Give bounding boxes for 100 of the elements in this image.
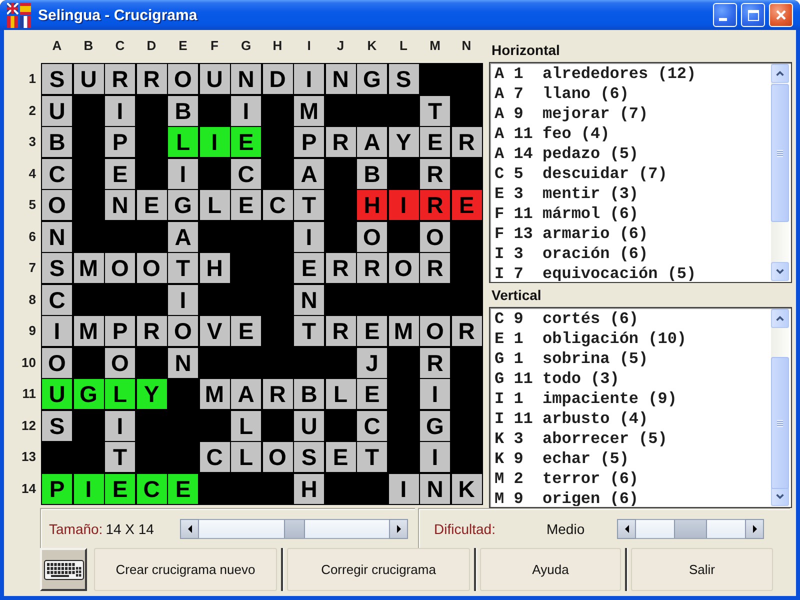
scroll-down-button[interactable] [770,487,788,506]
letter-cell[interactable]: I [42,316,72,346]
letter-cell[interactable]: T [294,316,324,346]
letter-cell[interactable]: U [42,379,72,409]
letter-cell[interactable]: B [168,96,198,126]
letter-cell[interactable]: P [105,127,135,157]
letter-cell[interactable]: N [231,64,261,94]
scroll-up-button[interactable] [770,309,788,328]
letter-cell[interactable]: I [231,96,261,126]
letter-cell[interactable]: S [294,442,324,472]
slider-left-button[interactable] [617,518,636,538]
letter-cell[interactable]: R [136,64,166,94]
letter-cell[interactable]: R [452,127,482,157]
letter-cell[interactable]: E [326,442,356,472]
letter-cell[interactable]: O [420,316,450,346]
action-button[interactable]: Salir [631,548,773,591]
letter-cell[interactable]: I [420,379,450,409]
letter-cell[interactable]: R [326,127,356,157]
letter-cell[interactable]: M [388,316,418,346]
letter-cell[interactable]: E [231,190,261,220]
letter-cell[interactable]: I [168,158,198,188]
letter-cell[interactable]: E [136,190,166,220]
clue-item[interactable]: F 13 armario (6) [494,224,648,244]
letter-cell[interactable]: R [357,253,387,283]
letter-cell[interactable]: O [420,222,450,252]
letter-cell[interactable]: C [136,474,166,504]
letter-cell[interactable]: O [42,348,72,378]
letter-cell[interactable]: N [420,474,450,504]
letter-cell[interactable]: C [200,442,230,472]
letter-cell[interactable]: Y [136,379,166,409]
letter-cell[interactable]: N [294,284,324,314]
clue-item[interactable]: G 11 todo (3) [494,369,620,389]
letter-cell[interactable]: I [294,64,324,94]
letter-cell[interactable]: L [326,379,356,409]
letter-cell[interactable]: I [388,190,418,220]
letter-cell[interactable]: S [388,64,418,94]
letter-cell[interactable]: O [357,222,387,252]
letter-cell[interactable]: N [105,190,135,220]
clue-item[interactable]: E 3 mentir (3) [494,184,639,204]
scrollbar-thumb[interactable] [770,357,788,489]
letter-cell[interactable]: L [105,379,135,409]
clue-item[interactable]: A 9 mejorar (7) [494,104,648,124]
letter-cell[interactable]: R [420,158,450,188]
letter-cell[interactable]: E [357,379,387,409]
letter-cell[interactable]: G [168,190,198,220]
letter-cell[interactable]: S [42,410,72,440]
clue-item[interactable]: G 1 sobrina (5) [494,349,648,369]
letter-cell[interactable]: V [200,316,230,346]
letter-cell[interactable]: P [294,127,324,157]
letter-cell[interactable]: N [168,348,198,378]
letter-cell[interactable]: I [74,474,104,504]
letter-cell[interactable]: R [420,348,450,378]
letter-cell[interactable]: O [388,253,418,283]
letter-cell[interactable]: E [452,190,482,220]
letter-cell[interactable]: I [105,96,135,126]
letter-cell[interactable]: O [136,253,166,283]
close-button[interactable] [769,3,793,27]
clue-item[interactable]: I 7 equivocación (5) [494,264,696,281]
letter-cell[interactable]: J [357,348,387,378]
letter-cell[interactable]: M [74,253,104,283]
letter-cell[interactable]: L [231,442,261,472]
clue-item[interactable]: C 5 descuidar (7) [494,164,668,184]
minimize-button[interactable] [713,3,737,27]
letter-cell[interactable]: I [388,474,418,504]
letter-cell[interactable]: E [231,127,261,157]
letter-cell[interactable]: G [357,64,387,94]
clue-item[interactable]: A 11 feo (4) [494,124,610,144]
scroll-down-button[interactable] [770,262,788,281]
letter-cell[interactable]: O [168,316,198,346]
letter-cell[interactable]: S [42,253,72,283]
letter-cell[interactable]: R [420,190,450,220]
clue-item[interactable]: I 1 impaciente (9) [494,389,677,409]
letter-cell[interactable]: T [105,442,135,472]
clue-item[interactable]: A 14 pedazo (5) [494,144,639,164]
letter-cell[interactable]: I [420,442,450,472]
letter-cell[interactable]: R [262,379,292,409]
letter-cell[interactable]: C [357,410,387,440]
letter-cell[interactable]: U [294,410,324,440]
letter-cell[interactable]: E [168,474,198,504]
letter-cell[interactable]: N [326,64,356,94]
clue-item[interactable]: K 3 aborrecer (5) [494,429,668,449]
letter-cell[interactable]: E [294,253,324,283]
maximize-button[interactable] [741,3,765,27]
letter-cell[interactable]: C [42,284,72,314]
letter-cell[interactable]: T [420,96,450,126]
clue-item[interactable]: C 9 cortés (6) [494,309,639,329]
action-button[interactable]: Corregir crucigrama [287,548,470,591]
letter-cell[interactable]: H [200,253,230,283]
letter-cell[interactable]: G [74,379,104,409]
letter-cell[interactable]: A [231,379,261,409]
scroll-up-button[interactable] [770,64,788,83]
letter-cell[interactable]: S [42,64,72,94]
clue-item[interactable]: M 2 terror (6) [494,469,639,489]
letter-cell[interactable]: A [294,158,324,188]
letter-cell[interactable]: O [42,190,72,220]
letter-cell[interactable]: O [168,64,198,94]
letter-cell[interactable]: E [231,316,261,346]
letter-cell[interactable]: H [357,190,387,220]
letter-cell[interactable]: M [200,379,230,409]
letter-cell[interactable]: K [452,474,482,504]
